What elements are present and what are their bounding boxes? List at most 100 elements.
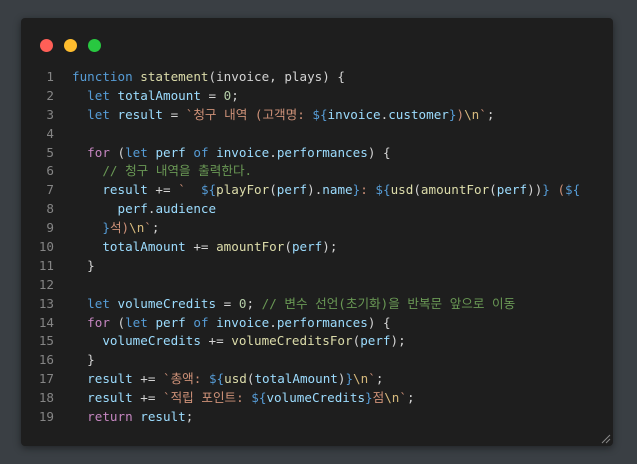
minimize-dot-icon[interactable] [64, 39, 77, 52]
code-token: ; [151, 220, 160, 236]
line-number: 3 [46, 106, 54, 122]
line-number: 18 [38, 390, 54, 406]
code-token: . [269, 314, 277, 330]
line-text: volumeCredits += volumeCreditsFor(perf); [72, 332, 406, 351]
code-token: performances [276, 314, 368, 330]
code-line: 6 // 청구 내역을 출력한다. [21, 162, 613, 181]
code-token: \n [129, 220, 145, 236]
code-token: ); [322, 239, 338, 255]
line-number: 7 [46, 182, 54, 198]
line-text: function statement(invoice, plays) { [72, 68, 345, 87]
code-token: ; [185, 409, 194, 425]
code-token: 점 [372, 390, 385, 406]
code-token: = [216, 295, 239, 311]
code-token: of [193, 314, 209, 330]
code-token: `청구 내역 (고객명: [185, 106, 313, 122]
code-line: 15 volumeCredits += volumeCreditsFor(per… [21, 332, 613, 351]
code-token: += [200, 333, 232, 349]
code-token: volumeCredits [102, 333, 201, 349]
code-line: 9 }석)\n`; [21, 219, 613, 238]
code-window: 1 function statement(invoice, plays) {2 l… [21, 18, 613, 446]
code-token: // 변수 선언(초기화)을 반복문 앞으로 이동 [261, 295, 516, 311]
code-token: : [360, 182, 376, 198]
code-token: ; [231, 87, 239, 103]
code-token: `총액: [163, 371, 209, 387]
resize-grip-icon[interactable] [601, 434, 611, 444]
code-token: ( [549, 182, 566, 198]
code-block: 1 function statement(invoice, plays) {2 l… [21, 68, 613, 427]
code-line: 17 result += `총액: ${usd(totalAmount)}\n`… [21, 370, 613, 389]
code-token: let [125, 144, 148, 160]
code-token: ${ [251, 390, 267, 406]
line-text: totalAmount += amountFor(perf); [72, 238, 337, 257]
code-token: for [87, 314, 110, 330]
code-token: invoice [216, 314, 270, 330]
window-titlebar [21, 18, 613, 68]
code-line: 13 let volumeCredits = 0; // 변수 선언(초기화)을… [21, 295, 613, 314]
code-token: perf [360, 333, 391, 349]
code-token: += [185, 239, 217, 255]
code-token: volumeCreditsFor [231, 333, 353, 349]
code-token: usd [390, 182, 414, 198]
code-token: } [365, 390, 373, 406]
code-token: ; [486, 106, 495, 122]
line-text: for (let perf of invoice.performances) { [72, 314, 391, 333]
code-token: ) { [367, 144, 391, 160]
code-line: 12 [21, 276, 613, 295]
code-token: let [87, 106, 110, 122]
code-token: ); [390, 333, 406, 349]
line-number: 10 [38, 239, 54, 255]
code-token: perf [291, 239, 323, 255]
line-text: } [72, 257, 95, 276]
code-token: let [87, 295, 110, 311]
code-token: \n [353, 371, 369, 387]
code-token: ( [489, 182, 497, 198]
close-dot-icon[interactable] [40, 39, 53, 52]
code-token: function [72, 69, 133, 84]
code-token: ${ [208, 371, 225, 387]
code-token: totalAmount [102, 239, 186, 255]
code-token: \n [464, 106, 480, 122]
line-number: 16 [38, 352, 54, 368]
code-token: statement [140, 69, 209, 84]
line-text: } [72, 351, 95, 370]
maximize-dot-icon[interactable] [88, 39, 101, 52]
code-token: ${ [312, 106, 328, 122]
code-token: ; [246, 295, 262, 311]
code-token: ) [456, 106, 465, 122]
code-token: totalAmount [254, 371, 338, 387]
code-token: totalAmount [117, 87, 201, 103]
code-token: ${ [375, 182, 391, 198]
code-token: ${ [565, 182, 581, 198]
code-token: name [322, 182, 353, 198]
line-text: let totalAmount = 0; [72, 87, 239, 106]
code-token: += [132, 390, 164, 406]
line-number: 1 [46, 69, 54, 84]
line-text: result += ` ${playFor(perf).name}: ${usd… [72, 181, 580, 200]
code-token: ` [178, 182, 201, 198]
code-token: } [542, 182, 550, 198]
code-token: ` [144, 220, 152, 236]
line-text: result += `적립 포인트: ${volumeCredits}점\n`; [72, 389, 414, 408]
code-token: ( [269, 182, 277, 198]
code-token: ( [413, 182, 421, 198]
code-token: ; [375, 371, 384, 387]
code-token: amountFor [216, 239, 285, 255]
code-token: perf [276, 182, 308, 198]
code-token: result [87, 371, 133, 387]
code-line: 7 result += ` ${playFor(perf).name}: ${u… [21, 181, 613, 200]
code-token: ) { [367, 314, 391, 330]
code-token: perf [155, 314, 186, 330]
